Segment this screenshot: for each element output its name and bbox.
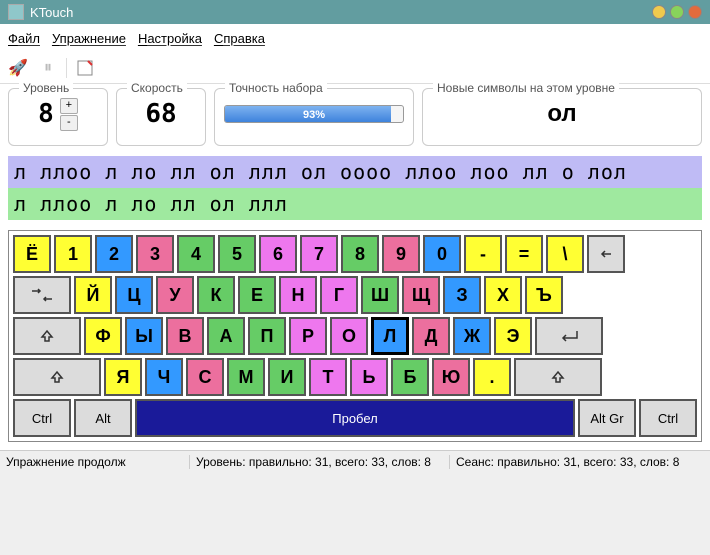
key-Ю[interactable]: Ю: [432, 358, 470, 396]
maximize-button[interactable]: [670, 5, 684, 19]
key-И[interactable]: И: [268, 358, 306, 396]
key-.[interactable]: .: [473, 358, 511, 396]
typing-area: л ллоо л ло лл ол ллл ол оооо ллоо лоо л…: [8, 156, 702, 220]
statusbar: Упражнение продолж Уровень: правильно: 3…: [0, 450, 710, 472]
key-Й[interactable]: Й: [74, 276, 112, 314]
key-С[interactable]: С: [186, 358, 224, 396]
key-4[interactable]: 4: [177, 235, 215, 273]
key-Я[interactable]: Я: [104, 358, 142, 396]
key-М[interactable]: М: [227, 358, 265, 396]
accuracy-text: 93%: [225, 106, 403, 123]
level-value: 8: [38, 99, 54, 129]
accuracy-box: Точность набора 93%: [214, 88, 414, 146]
speed-box: Скорость 68: [116, 88, 206, 146]
key-Пробел[interactable]: Пробел: [135, 399, 575, 437]
key-К[interactable]: К: [197, 276, 235, 314]
level-label: Уровень: [19, 81, 73, 95]
status-session: Сеанс: правильно: 31, всего: 33, слов: 8: [450, 455, 710, 469]
key-Н[interactable]: Н: [279, 276, 317, 314]
key-Ж[interactable]: Ж: [453, 317, 491, 355]
key-tab[interactable]: [13, 276, 71, 314]
key-Ч[interactable]: Ч: [145, 358, 183, 396]
key-0[interactable]: 0: [423, 235, 461, 273]
key-5[interactable]: 5: [218, 235, 256, 273]
key-Щ[interactable]: Щ: [402, 276, 440, 314]
key-Ё[interactable]: Ё: [13, 235, 51, 273]
key-backspace[interactable]: [587, 235, 625, 273]
key-6[interactable]: 6: [259, 235, 297, 273]
key-Г[interactable]: Г: [320, 276, 358, 314]
menu-settings[interactable]: Настройка: [138, 31, 202, 46]
key-Л[interactable]: Л: [371, 317, 409, 355]
newchars-box: Новые символы на этом уровне ол: [422, 88, 702, 146]
key-З[interactable]: З: [443, 276, 481, 314]
newchars-value: ол: [431, 93, 693, 135]
titlebar: KTouch: [0, 0, 710, 24]
key-Э[interactable]: Э: [494, 317, 532, 355]
key-О[interactable]: О: [330, 317, 368, 355]
key--[interactable]: -: [464, 235, 502, 273]
key-Х[interactable]: Х: [484, 276, 522, 314]
menu-help[interactable]: Справка: [214, 31, 265, 46]
key-8[interactable]: 8: [341, 235, 379, 273]
key-Alt[interactable]: Alt: [74, 399, 132, 437]
minimize-button[interactable]: [652, 5, 666, 19]
key-2[interactable]: 2: [95, 235, 133, 273]
accuracy-progress: 93%: [224, 105, 404, 123]
start-lecture-button[interactable]: 🚀: [6, 56, 30, 80]
key-Ш[interactable]: Ш: [361, 276, 399, 314]
newchars-label: Новые символы на этом уровне: [433, 81, 619, 95]
key-Ц[interactable]: Ц: [115, 276, 153, 314]
speed-value: 68: [125, 93, 197, 135]
level-up-button[interactable]: +: [60, 98, 78, 114]
key-Ь[interactable]: Ь: [350, 358, 388, 396]
key-Ф[interactable]: Ф: [84, 317, 122, 355]
doc-button[interactable]: [73, 56, 97, 80]
menu-exercise[interactable]: Упражнение: [52, 31, 126, 46]
key-У[interactable]: У: [156, 276, 194, 314]
menu-file[interactable]: Файл: [8, 31, 40, 46]
speed-label: Скорость: [127, 81, 187, 95]
key-А[interactable]: А: [207, 317, 245, 355]
key-7[interactable]: 7: [300, 235, 338, 273]
toolbar: 🚀 ⏸: [0, 52, 710, 84]
key-Д[interactable]: Д: [412, 317, 450, 355]
status-level: Уровень: правильно: 31, всего: 33, слов:…: [190, 455, 450, 469]
key-shift-right[interactable]: [514, 358, 602, 396]
target-line: л ллоо л ло лл ол ллл ол оооо ллоо лоо л…: [8, 156, 702, 188]
pause-button[interactable]: ⏸: [36, 56, 60, 80]
key-Е[interactable]: Е: [238, 276, 276, 314]
key-Р[interactable]: Р: [289, 317, 327, 355]
key-1[interactable]: 1: [54, 235, 92, 273]
key-П[interactable]: П: [248, 317, 286, 355]
key-В[interactable]: В: [166, 317, 204, 355]
key-Ctrl[interactable]: Ctrl: [13, 399, 71, 437]
key-Ъ[interactable]: Ъ: [525, 276, 563, 314]
key-caps[interactable]: [13, 317, 81, 355]
accuracy-label: Точность набора: [225, 81, 327, 95]
window-title: KTouch: [30, 5, 73, 20]
key-enter[interactable]: [535, 317, 603, 355]
keyboard: Ё1234567890-=\ ЙЦУКЕНГШЩЗХЪ ФЫВАПРОЛДЖЭ ЯЧС…: [8, 230, 702, 442]
key-Ctrl[interactable]: Ctrl: [639, 399, 697, 437]
key-shift-left[interactable]: [13, 358, 101, 396]
key-Б[interactable]: Б: [391, 358, 429, 396]
key-Alt Gr[interactable]: Alt Gr: [578, 399, 636, 437]
typed-line[interactable]: л ллоо л ло лл ол ллл: [8, 188, 702, 220]
app-icon: [8, 4, 24, 20]
level-box: Уровень 8 + -: [8, 88, 108, 146]
key-9[interactable]: 9: [382, 235, 420, 273]
key-\[interactable]: \: [546, 235, 584, 273]
key-=[interactable]: =: [505, 235, 543, 273]
key-3[interactable]: 3: [136, 235, 174, 273]
level-down-button[interactable]: -: [60, 115, 78, 131]
status-exercise: Упражнение продолж: [0, 455, 190, 469]
key-Т[interactable]: Т: [309, 358, 347, 396]
menubar: Файл Упражнение Настройка Справка: [0, 24, 710, 52]
close-button[interactable]: [688, 5, 702, 19]
key-Ы[interactable]: Ы: [125, 317, 163, 355]
